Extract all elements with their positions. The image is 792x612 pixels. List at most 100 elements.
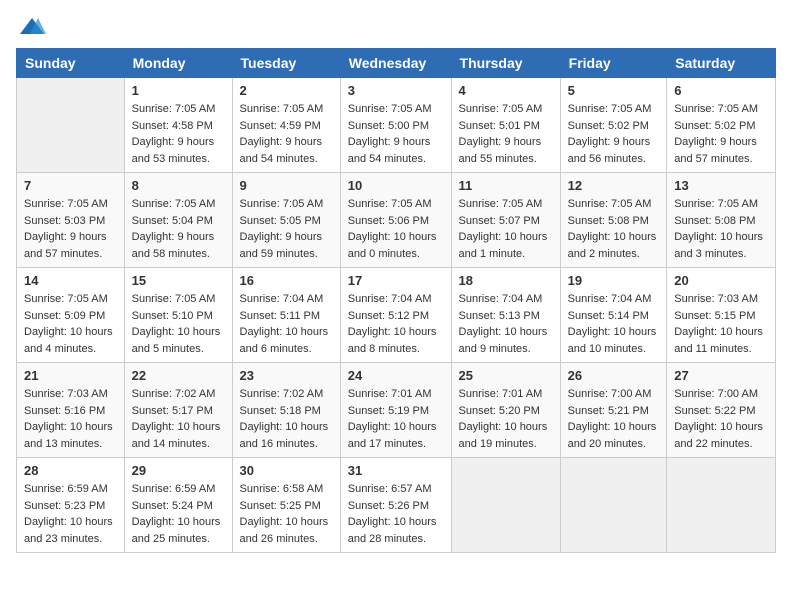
day-info: Sunrise: 7:05 AMSunset: 5:10 PMDaylight:… [132, 291, 225, 357]
weekday-header-sunday: Sunday [17, 49, 125, 78]
weekday-header-row: SundayMondayTuesdayWednesdayThursdayFrid… [17, 49, 776, 78]
day-number: 8 [132, 178, 225, 193]
day-cell: 25 Sunrise: 7:01 AMSunset: 5:20 PMDayligh… [451, 363, 560, 458]
day-number: 15 [132, 273, 225, 288]
day-number: 31 [348, 463, 444, 478]
day-number: 10 [348, 178, 444, 193]
day-cell: 21Sunrise: 7:03 AMSunset: 5:16 PMDayligh… [17, 363, 125, 458]
day-cell [560, 458, 667, 553]
day-number: 24 [348, 368, 444, 383]
week-row-3: 14 Sunrise: 7:05 AMSunset: 5:09 PMDayligh… [17, 268, 776, 363]
day-cell [667, 458, 776, 553]
day-cell: 19 Sunrise: 7:04 AMSunset: 5:14 PMDayligh… [560, 268, 667, 363]
day-number: 7 [24, 178, 117, 193]
day-cell: 20 Sunrise: 7:03 AMSunset: 5:15 PMDayligh… [667, 268, 776, 363]
weekday-header-saturday: Saturday [667, 49, 776, 78]
day-cell: 8 Sunrise: 7:05 AMSunset: 5:04 PMDaylight… [124, 173, 232, 268]
day-cell: 15 Sunrise: 7:05 AMSunset: 5:10 PMDayligh… [124, 268, 232, 363]
day-number: 22 [132, 368, 225, 383]
day-info: Sunrise: 7:05 AMSunset: 5:03 PMDaylight:… [24, 196, 117, 262]
day-info: Sunrise: 7:01 AMSunset: 5:20 PMDaylight:… [459, 386, 553, 452]
week-row-5: 28 Sunrise: 6:59 AMSunset: 5:23 PMDayligh… [17, 458, 776, 553]
day-cell: 10 Sunrise: 7:05 AMSunset: 5:06 PMDayligh… [340, 173, 451, 268]
day-cell: 5Sunrise: 7:05 AMSunset: 5:02 PMDaylight… [560, 78, 667, 173]
day-number: 27 [674, 368, 768, 383]
day-cell: 31Sunrise: 6:57 AMSunset: 5:26 PMDayligh… [340, 458, 451, 553]
day-number: 6 [674, 83, 768, 98]
day-info: Sunrise: 7:01 AMSunset: 5:19 PMDaylight:… [348, 386, 444, 452]
day-number: 30 [240, 463, 333, 478]
week-row-4: 21Sunrise: 7:03 AMSunset: 5:16 PMDayligh… [17, 363, 776, 458]
logo [16, 16, 46, 36]
day-number: 3 [348, 83, 444, 98]
day-info: Sunrise: 7:04 AMSunset: 5:12 PMDaylight:… [348, 291, 444, 357]
header [16, 16, 776, 36]
day-cell: 4 Sunrise: 7:05 AMSunset: 5:01 PMDaylight… [451, 78, 560, 173]
day-cell: 13 Sunrise: 7:05 AMSunset: 5:08 PMDayligh… [667, 173, 776, 268]
day-info: Sunrise: 7:05 AMSunset: 5:04 PMDaylight:… [132, 196, 225, 262]
week-row-2: 7 Sunrise: 7:05 AMSunset: 5:03 PMDaylight… [17, 173, 776, 268]
day-info: Sunrise: 6:59 AMSunset: 5:24 PMDaylight:… [132, 481, 225, 547]
day-info: Sunrise: 7:05 AMSunset: 5:07 PMDaylight:… [459, 196, 553, 262]
day-info: Sunrise: 7:02 AMSunset: 5:17 PMDaylight:… [132, 386, 225, 452]
day-number: 17 [348, 273, 444, 288]
day-cell: 30 Sunrise: 6:58 AMSunset: 5:25 PMDayligh… [232, 458, 340, 553]
day-info: Sunrise: 7:05 AMSunset: 5:08 PMDaylight:… [674, 196, 768, 262]
day-number: 5 [568, 83, 660, 98]
day-info: Sunrise: 7:00 AMSunset: 5:21 PMDaylight:… [568, 386, 660, 452]
day-cell: 12 Sunrise: 7:05 AMSunset: 5:08 PMDayligh… [560, 173, 667, 268]
day-cell [17, 78, 125, 173]
day-number: 28 [24, 463, 117, 478]
day-info: Sunrise: 7:03 AMSunset: 5:16 PMDaylight:… [24, 386, 117, 452]
weekday-header-thursday: Thursday [451, 49, 560, 78]
day-info: Sunrise: 7:04 AMSunset: 5:14 PMDaylight:… [568, 291, 660, 357]
day-number: 9 [240, 178, 333, 193]
day-number: 13 [674, 178, 768, 193]
day-info: Sunrise: 7:05 AMSunset: 5:08 PMDaylight:… [568, 196, 660, 262]
day-number: 4 [459, 83, 553, 98]
day-cell [451, 458, 560, 553]
day-info: Sunrise: 7:02 AMSunset: 5:18 PMDaylight:… [240, 386, 333, 452]
weekday-header-wednesday: Wednesday [340, 49, 451, 78]
day-number: 18 [459, 273, 553, 288]
day-info: Sunrise: 7:05 AMSunset: 4:59 PMDaylight:… [240, 101, 333, 167]
day-info: Sunrise: 7:03 AMSunset: 5:15 PMDaylight:… [674, 291, 768, 357]
day-info: Sunrise: 6:59 AMSunset: 5:23 PMDaylight:… [24, 481, 117, 547]
day-number: 11 [459, 178, 553, 193]
logo-icon [18, 16, 46, 36]
day-info: Sunrise: 7:00 AMSunset: 5:22 PMDaylight:… [674, 386, 768, 452]
day-info: Sunrise: 6:58 AMSunset: 5:25 PMDaylight:… [240, 481, 333, 547]
day-number: 14 [24, 273, 117, 288]
day-cell: 1Sunrise: 7:05 AMSunset: 4:58 PMDaylight… [124, 78, 232, 173]
day-cell: 6 Sunrise: 7:05 AMSunset: 5:02 PMDaylight… [667, 78, 776, 173]
day-info: Sunrise: 7:04 AMSunset: 5:13 PMDaylight:… [459, 291, 553, 357]
day-info: Sunrise: 7:05 AMSunset: 5:02 PMDaylight:… [674, 101, 768, 167]
day-info: Sunrise: 7:05 AMSunset: 5:01 PMDaylight:… [459, 101, 553, 167]
day-number: 20 [674, 273, 768, 288]
day-cell: 9Sunrise: 7:05 AMSunset: 5:05 PMDaylight… [232, 173, 340, 268]
weekday-header-monday: Monday [124, 49, 232, 78]
day-cell: 17 Sunrise: 7:04 AMSunset: 5:12 PMDayligh… [340, 268, 451, 363]
day-number: 25 [459, 368, 553, 383]
day-info: Sunrise: 7:05 AMSunset: 5:06 PMDaylight:… [348, 196, 444, 262]
day-info: Sunrise: 7:05 AMSunset: 5:09 PMDaylight:… [24, 291, 117, 357]
day-cell: 28 Sunrise: 6:59 AMSunset: 5:23 PMDayligh… [17, 458, 125, 553]
day-cell: 3 Sunrise: 7:05 AMSunset: 5:00 PMDaylight… [340, 78, 451, 173]
day-number: 1 [132, 83, 225, 98]
day-cell: 22 Sunrise: 7:02 AMSunset: 5:17 PMDayligh… [124, 363, 232, 458]
day-number: 12 [568, 178, 660, 193]
day-info: Sunrise: 7:05 AMSunset: 5:00 PMDaylight:… [348, 101, 444, 167]
day-info: Sunrise: 7:04 AMSunset: 5:11 PMDaylight:… [240, 291, 333, 357]
day-cell: 18 Sunrise: 7:04 AMSunset: 5:13 PMDayligh… [451, 268, 560, 363]
day-number: 26 [568, 368, 660, 383]
week-row-1: 1Sunrise: 7:05 AMSunset: 4:58 PMDaylight… [17, 78, 776, 173]
day-number: 2 [240, 83, 333, 98]
day-number: 16 [240, 273, 333, 288]
day-cell: 7 Sunrise: 7:05 AMSunset: 5:03 PMDaylight… [17, 173, 125, 268]
day-cell: 27 Sunrise: 7:00 AMSunset: 5:22 PMDayligh… [667, 363, 776, 458]
day-number: 19 [568, 273, 660, 288]
day-cell: 24 Sunrise: 7:01 AMSunset: 5:19 PMDayligh… [340, 363, 451, 458]
day-cell: 11 Sunrise: 7:05 AMSunset: 5:07 PMDayligh… [451, 173, 560, 268]
calendar-table: SundayMondayTuesdayWednesdayThursdayFrid… [16, 48, 776, 553]
day-cell: 16 Sunrise: 7:04 AMSunset: 5:11 PMDayligh… [232, 268, 340, 363]
